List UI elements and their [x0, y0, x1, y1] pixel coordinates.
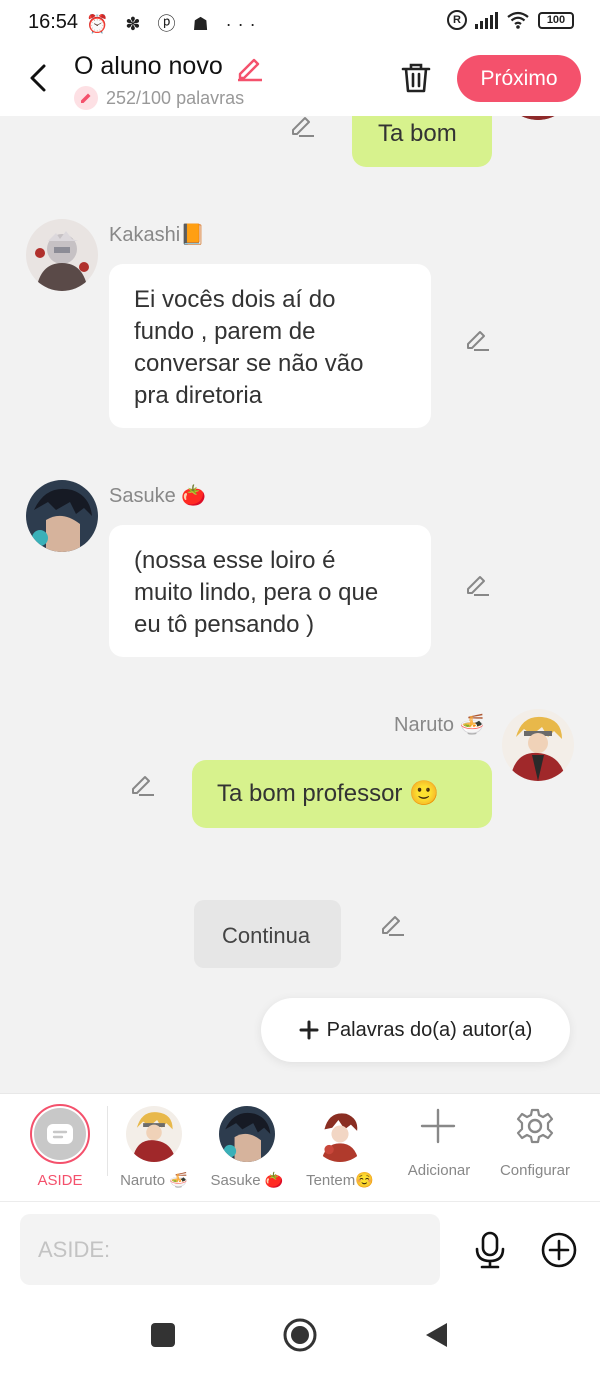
composer [0, 1201, 600, 1297]
continue-bubble[interactable]: Continua [194, 900, 341, 968]
recents-button[interactable] [145, 1317, 181, 1353]
message-bubble[interactable]: Ta bom professor 🙂 [192, 760, 492, 828]
divider [107, 1106, 108, 1176]
top-header: O aluno novo 252/100 palavras Próximo [0, 44, 600, 116]
avatar [126, 1106, 182, 1162]
message-line: (nossa esse loiro é [134, 547, 336, 574]
message-line: pra diretoria [134, 382, 263, 409]
author-words-button[interactable]: Palavras do(a) autor(a) [261, 998, 570, 1062]
settings-label: Configurar [499, 1162, 571, 1179]
add-character-button[interactable]: Adicionar [398, 1094, 480, 1202]
character-aside[interactable]: ASIDE [15, 1094, 105, 1202]
message-input[interactable] [20, 1214, 440, 1285]
edit-message-icon[interactable] [378, 909, 406, 937]
word-count: 252/100 palavras [74, 86, 244, 110]
registered-icon: R [447, 10, 467, 30]
avatar-sasuke[interactable] [26, 480, 98, 552]
aside-avatar [30, 1104, 90, 1164]
message-bubble[interactable]: Ei vocês dois aí do fundo , parem de con… [109, 264, 431, 428]
gear-icon [516, 1108, 554, 1144]
character-bar: ASIDE Naruto 🍜 Sasuke 🍅 Tentem☺️ Adicion… [0, 1093, 600, 1201]
character-label: ASIDE [37, 1172, 83, 1189]
add-circle-icon[interactable] [539, 1230, 579, 1270]
avatar-naruto[interactable] [502, 709, 574, 781]
triangle-back-icon [426, 1323, 447, 1347]
speaker-name: Kakashi📙 [109, 224, 206, 246]
back-button[interactable] [22, 60, 54, 96]
next-button[interactable]: Próximo [457, 55, 581, 102]
message-bubble[interactable]: Ta bom [352, 116, 492, 167]
character-label: Naruto 🍜 [120, 1172, 188, 1189]
edit-message-icon[interactable] [463, 324, 491, 352]
message-line: fundo , parem de [134, 318, 316, 345]
character-naruto[interactable]: Naruto 🍜 [109, 1094, 199, 1202]
speaker-name: Sasuke 🍅 [109, 485, 207, 507]
message-text: Ta bom [378, 120, 457, 147]
edit-message-icon[interactable] [463, 569, 491, 597]
edit-message-icon[interactable] [288, 116, 316, 138]
status-bar: 16:54 ⏰ ✽ ⓟ ☗ ··· R 100 [0, 0, 600, 44]
character-tentem[interactable]: Tentem☺️ [295, 1094, 385, 1202]
chevron-left-icon [30, 64, 46, 92]
speaker-name: Naruto 🍜 [394, 714, 485, 736]
character-label: Tentem☺️ [306, 1172, 374, 1189]
status-right: R 100 [447, 10, 574, 30]
edit-message-icon[interactable] [128, 769, 156, 797]
wifi-icon [507, 11, 529, 29]
signal-icon [475, 11, 498, 29]
avatar-naruto-top[interactable] [502, 116, 574, 120]
battery-icon: 100 [538, 11, 574, 29]
message-bubble[interactable]: (nossa esse loiro é muito lindo, pera o … [109, 525, 431, 657]
avatar [312, 1106, 368, 1162]
microphone-icon[interactable] [470, 1230, 510, 1270]
status-time: 16:54 [28, 11, 79, 33]
circle-icon [283, 1318, 317, 1352]
edit-title-icon[interactable] [234, 52, 264, 82]
avatar-kakashi[interactable] [26, 219, 98, 291]
trash-icon[interactable] [398, 60, 434, 96]
add-label: Adicionar [407, 1162, 471, 1179]
pencil-icon [74, 86, 98, 110]
character-label: Sasuke 🍅 [210, 1172, 284, 1189]
chat-area[interactable]: Ta bom Kakashi📙 Ei vocês dois aí do fund… [0, 116, 600, 1093]
author-words-label: Palavras do(a) autor(a) [326, 1018, 533, 1041]
square-icon [151, 1323, 175, 1347]
plus-icon [299, 1020, 319, 1040]
message-line: muito lindo, pera o que [134, 579, 379, 606]
aside-icon [47, 1124, 73, 1144]
back-nav-button[interactable] [418, 1317, 454, 1353]
word-count-text: 252/100 palavras [106, 87, 245, 108]
message-line: eu tô pensando ) [134, 611, 315, 638]
notification-icons: ⏰ ✽ ⓟ ☗ ··· [86, 14, 262, 34]
system-nav-bar [0, 1297, 600, 1375]
settings-button[interactable]: Configurar [492, 1094, 578, 1202]
message-text: Continua [222, 923, 311, 948]
plus-icon [420, 1108, 456, 1144]
character-sasuke[interactable]: Sasuke 🍅 [202, 1094, 292, 1202]
home-button[interactable] [282, 1317, 318, 1353]
story-title: O aluno novo [74, 52, 223, 80]
avatar [219, 1106, 275, 1162]
message-line: conversar se não vão [134, 350, 364, 377]
message-line: Ei vocês dois aí do [134, 286, 336, 313]
message-text: Ta bom professor 🙂 [217, 780, 439, 807]
